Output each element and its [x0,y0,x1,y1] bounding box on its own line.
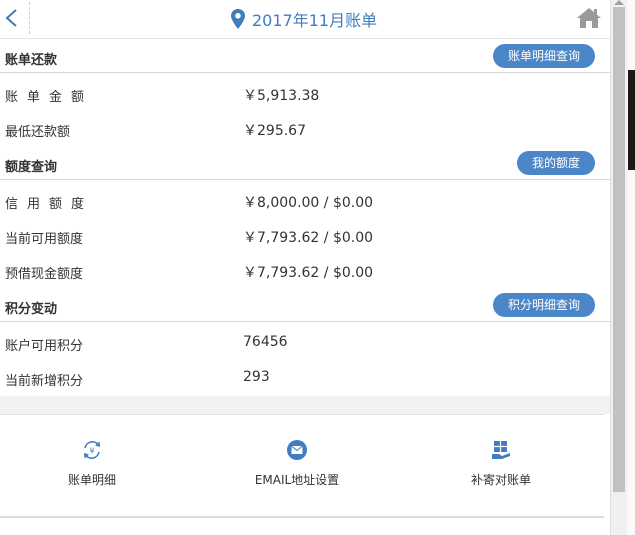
points-detail-query-button[interactable]: 积分明细查询 [493,293,595,317]
home-icon[interactable] [576,6,602,30]
divider [0,321,610,322]
scroll-up-arrow-icon[interactable] [614,0,624,5]
bill-detail-query-button[interactable]: 账单明细查询 [493,44,595,68]
shortcut-resend-statement[interactable]: 补寄对账单 [421,439,581,488]
row-value: 293 [243,369,270,385]
header-bar: 2017年11月账单 [0,0,610,39]
shortcut-bill-detail[interactable]: ¥ 账单明细 [12,439,172,488]
row-label: 信用额度 [5,197,94,212]
my-limit-button[interactable]: 我的额度 [517,151,595,175]
row-label: 账单金额 [5,90,94,105]
app: 2017年11月账单 账单还款 账单明细查询 账单金额 ￥5,913.38 最低… [0,0,610,535]
page-title: 2017年11月账单 [252,11,378,30]
chevron-left-icon[interactable] [2,6,24,30]
row-value: ￥5,913.38 [243,88,320,104]
refresh-yen-icon: ¥ [84,441,100,459]
section-repayment: 账单还款 账单明细查询 [0,40,610,73]
row-value: ￥8,000.00 / $0.00 [243,195,374,211]
row-label: 最低还款额 [5,125,71,140]
list-item: 预借现金额度 ￥7,793.62 / $0.00 [0,253,610,288]
list-item: 账户可用积分 76456 [0,325,610,360]
email-icon [287,440,307,460]
row-value: ￥7,793.62 / $0.00 [243,265,374,281]
shortcut-label: 补寄对账单 [470,473,531,487]
row-label: 账户可用积分 [5,339,84,354]
bottom-divider [0,516,604,518]
section-title: 账单还款 [5,53,58,68]
divider [0,72,610,73]
shortcut-label: EMAIL地址设置 [254,473,340,487]
list-item: 账单金额 ￥5,913.38 [0,76,610,111]
shortcut-bar: ¥ 账单明细 EMAIL地址设置 补寄对账单 [0,414,604,515]
list-item: 当前可用额度 ￥7,793.62 / $0.00 [0,218,610,253]
row-value: 76456 [243,334,288,350]
document-hand-icon [492,441,510,459]
section-title: 积分变动 [5,302,58,317]
svg-text:¥: ¥ [89,447,94,456]
section-spacer [0,396,610,414]
list-item: 最低还款额 ￥295.67 [0,111,610,146]
row-value: ￥7,793.62 / $0.00 [243,230,374,246]
vertical-scrollbar[interactable] [610,0,628,535]
row-label: 当前可用额度 [5,232,84,247]
divider [0,179,610,180]
list-item: 当前新增积分 293 [0,360,610,395]
row-value: ￥295.67 [243,123,306,139]
shortcut-label: 账单明细 [67,473,116,487]
shortcut-email-settings[interactable]: EMAIL地址设置 [217,439,377,488]
section-title: 额度查询 [5,160,58,175]
header-divider [29,2,30,34]
map-pin-icon [231,9,245,29]
row-label: 预借现金额度 [5,267,84,282]
section-points: 积分变动 积分明细查询 [0,289,610,322]
list-item: 信用额度 ￥8,000.00 / $0.00 [0,183,610,218]
background-image-edge [628,70,635,170]
background-window-edge [627,0,635,535]
title-group: 2017年11月账单 [230,6,377,32]
section-credit: 额度查询 我的额度 [0,147,610,180]
row-label: 当前新增积分 [5,374,84,389]
scrollbar-thumb[interactable] [613,7,625,492]
